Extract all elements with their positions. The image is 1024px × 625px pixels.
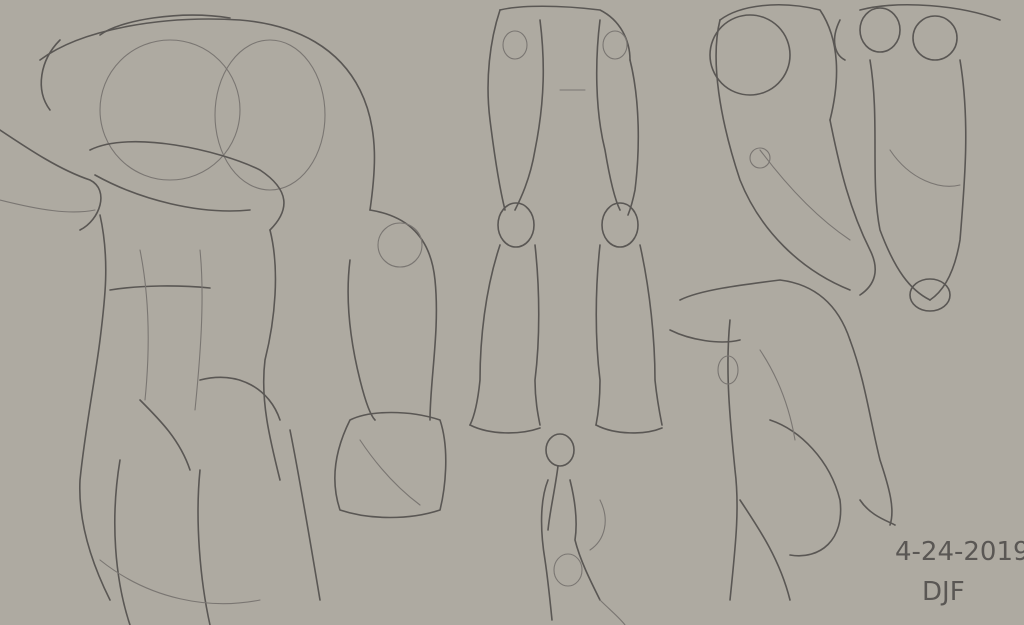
date-annotation: 4-24-2019: [895, 537, 1024, 567]
legs-sketch: [469, 5, 663, 434]
small-figure-sketch: [540, 433, 626, 625]
anatomy-sketch-canvas: 4-24-2019 DJF: [0, 4, 1024, 625]
torso-arm-sketch: [0, 14, 447, 625]
back-figure-sketch: [669, 279, 896, 601]
upper-right-torso-sketch: [709, 4, 1001, 312]
signature-annotation: DJF: [922, 577, 965, 607]
